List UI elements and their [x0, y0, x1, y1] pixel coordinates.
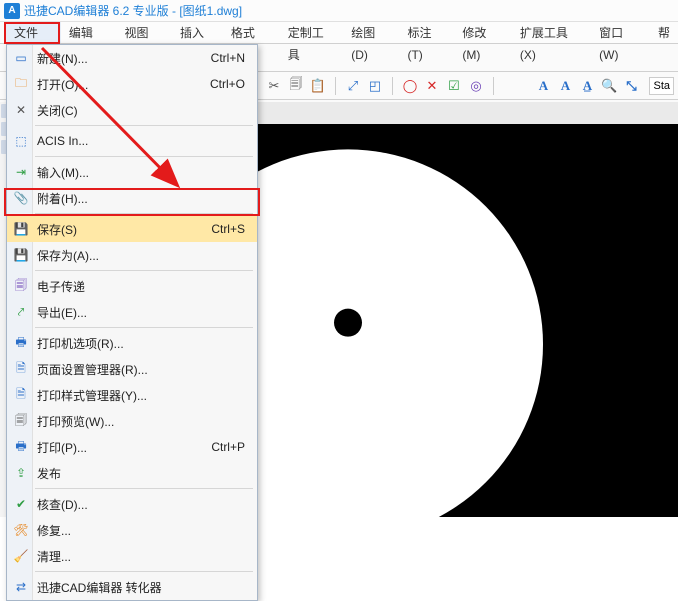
menu-item-open-folder-icon[interactable]: 🗀 打开(O)...Ctrl+O [7, 71, 257, 97]
window-title: 迅捷CAD编辑器 6.2 专业版 - [图纸1.dwg] [24, 2, 242, 19]
menu-window[interactable]: 窗口(W) [591, 22, 650, 43]
menu-item-label: ACIS In... [35, 134, 257, 148]
menu-item-print-icon[interactable]: 🖶 打印(P)...Ctrl+P [7, 434, 257, 460]
import-icon: ⇥ [13, 164, 29, 180]
save-icon: 💾 [13, 221, 29, 237]
zoom-window-icon[interactable]: ◰ [367, 78, 383, 94]
menu-bar: 文件(F) 编辑(E) 视图(V) 插入(I) 格式(O) 定制工具 绘图(D)… [0, 22, 678, 44]
paste-icon[interactable]: 📋 [310, 78, 326, 94]
menu-item-print-preview-icon[interactable]: 🗐 打印预览(W)... [7, 408, 257, 434]
menu-item-save-icon[interactable]: 💾 保存(S)Ctrl+S [7, 216, 257, 242]
menu-item-attach-icon[interactable]: 📎 附着(H)... [7, 185, 257, 211]
menu-help[interactable]: 帮 [650, 22, 678, 43]
menu-item-shortcut: Ctrl+S [211, 222, 257, 236]
cut-icon[interactable]: ✂ [266, 78, 282, 94]
menu-item-label: 打开(O)... [35, 76, 210, 93]
menu-format[interactable]: 格式(O) [223, 22, 280, 43]
sta-box[interactable]: Sta [649, 77, 674, 95]
menu-item-label: 修复... [35, 522, 257, 539]
menu-item-label: 关闭(C) [35, 102, 257, 119]
text-a1-icon[interactable]: A [535, 78, 551, 94]
menu-item-label: 打印样式管理器(Y)... [35, 387, 257, 404]
menu-item-label: 清理... [35, 548, 257, 565]
menu-insert[interactable]: 插入(I) [172, 22, 223, 43]
text-a2-icon[interactable]: A [557, 78, 573, 94]
acis-icon: ⬚ [13, 133, 29, 149]
menu-item-shortcut: Ctrl+O [210, 77, 257, 91]
audit-icon: ✔ [13, 496, 29, 512]
menu-item-label: 保存(S) [35, 221, 211, 238]
drawing-circle-inner [334, 308, 362, 336]
menu-edit[interactable]: 编辑(E) [61, 22, 117, 43]
menu-item-label: 电子传递 [35, 278, 257, 295]
menu-view[interactable]: 视图(V) [116, 22, 172, 43]
menu-modify[interactable]: 修改(M) [454, 22, 512, 43]
menu-item-shortcut: Ctrl+P [211, 440, 257, 454]
etransmit-icon: 🗐 [13, 278, 29, 294]
menu-item-import-icon[interactable]: ⇥ 输入(M)... [7, 159, 257, 185]
menu-item-page-setup-icon[interactable]: 🗎 页面设置管理器(R)... [7, 356, 257, 382]
menu-item-label: 核查(D)... [35, 496, 257, 513]
menu-custom-tools[interactable]: 定制工具 [280, 22, 343, 43]
close-icon: ✕ [13, 102, 29, 118]
menu-item-label: 打印预览(W)... [35, 413, 257, 430]
file-dropdown: ▭ 新建(N)...Ctrl+N 🗀 打开(O)...Ctrl+O ✕ 关闭(C) ⬚ ACI… [6, 44, 258, 601]
print-preview-icon: 🗐 [13, 413, 29, 429]
new-doc-icon: ▭ [13, 50, 29, 66]
menu-item-export-icon[interactable]: ⤤ 导出(E)... [7, 299, 257, 325]
dim-icon[interactable]: ⤡ [623, 78, 639, 94]
circle-red-icon[interactable]: ◯ [402, 78, 418, 94]
menu-draw[interactable]: 绘图(D) [343, 22, 399, 43]
page-setup-icon: 🗎 [13, 361, 29, 377]
menu-item-shortcut: Ctrl+N [211, 51, 257, 65]
menu-item-label: 输入(M)... [35, 164, 257, 181]
menu-item-publish-icon[interactable]: ⇪ 发布 [7, 460, 257, 486]
menu-item-repair-icon[interactable]: 🛠 修复... [7, 517, 257, 543]
menu-item-label: 保存为(A)... [35, 247, 257, 264]
menu-item-purge-icon[interactable]: 🧹 清理... [7, 543, 257, 569]
menu-item-printer-options-icon[interactable]: 🖶 打印机选项(R)... [7, 330, 257, 356]
menu-item-converter-icon[interactable]: ⇄ 迅捷CAD编辑器 转化器 [7, 574, 257, 600]
menu-item-etransmit-icon[interactable]: 🗐 电子传递 [7, 273, 257, 299]
purge-icon: 🧹 [13, 548, 29, 564]
menu-item-label: 打印(P)... [35, 439, 211, 456]
attach-icon: 📎 [13, 190, 29, 206]
find-icon[interactable]: 🔍 [601, 78, 617, 94]
app-icon: A [4, 3, 20, 19]
saveas-icon: 💾 [13, 247, 29, 263]
menu-item-saveas-icon[interactable]: 💾 保存为(A)... [7, 242, 257, 268]
converter-icon: ⇄ [13, 579, 29, 595]
menu-item-label: 发布 [35, 465, 257, 482]
repair-icon: 🛠 [13, 522, 29, 538]
publish-icon: ⇪ [13, 465, 29, 481]
export-icon: ⤤ [13, 304, 29, 320]
menu-item-label: 页面设置管理器(R)... [35, 361, 257, 378]
menu-item-acis-icon[interactable]: ⬚ ACIS In... [7, 128, 257, 154]
text-a3-icon[interactable]: A̲ [579, 78, 595, 94]
printer-options-icon: 🖶 [13, 335, 29, 351]
zoom-extents-icon[interactable]: ⤢ [345, 78, 361, 94]
menu-file[interactable]: 文件(F) [6, 22, 61, 43]
menu-item-label: 附着(H)... [35, 190, 257, 207]
copy-icon[interactable]: 🗐 [288, 78, 304, 94]
menu-item-label: 迅捷CAD编辑器 转化器 [35, 579, 257, 596]
menu-item-close-icon[interactable]: ✕ 关闭(C) [7, 97, 257, 123]
menu-item-label: 导出(E)... [35, 304, 257, 321]
menu-item-plot-style-icon[interactable]: 🗎 打印样式管理器(Y)... [7, 382, 257, 408]
check-icon[interactable]: ☑ [446, 78, 462, 94]
plot-style-icon: 🗎 [13, 387, 29, 403]
menu-item-label: 新建(N)... [35, 50, 211, 67]
tools-icon[interactable]: ◎ [468, 78, 484, 94]
cancel-icon[interactable]: ✕ [424, 78, 440, 94]
menu-item-audit-icon[interactable]: ✔ 核查(D)... [7, 491, 257, 517]
title-bar: A 迅捷CAD编辑器 6.2 专业版 - [图纸1.dwg] [0, 0, 678, 22]
menu-item-new-doc-icon[interactable]: ▭ 新建(N)...Ctrl+N [7, 45, 257, 71]
menu-item-label: 打印机选项(R)... [35, 335, 257, 352]
open-folder-icon: 🗀 [13, 76, 29, 92]
menu-dimension[interactable]: 标注(T) [399, 22, 454, 43]
menu-ext-tools[interactable]: 扩展工具(X) [512, 22, 591, 43]
print-icon: 🖶 [13, 439, 29, 455]
